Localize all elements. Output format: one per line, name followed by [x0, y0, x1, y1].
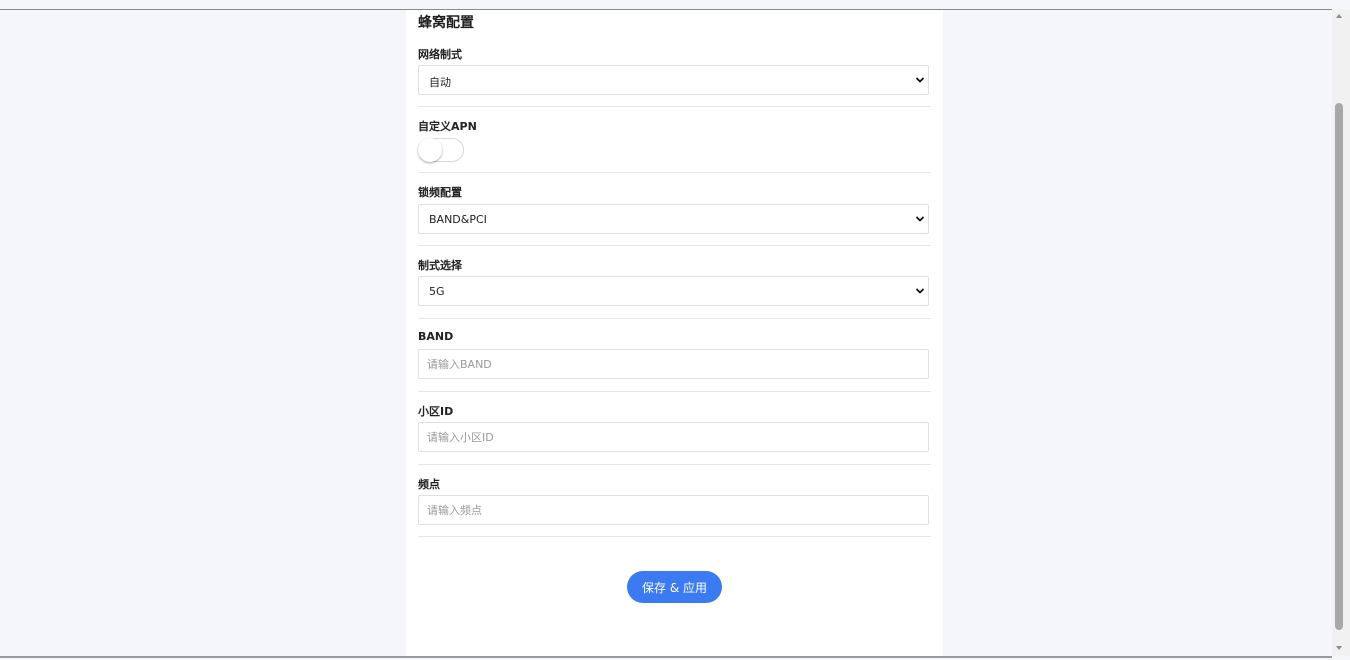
mode-select-label: 制式选择: [418, 259, 462, 272]
network-mode-select[interactable]: 自动: [418, 65, 929, 95]
band-field[interactable]: [418, 349, 929, 379]
divider: [418, 536, 931, 537]
divider: [418, 464, 931, 465]
horizontal-scrollbar[interactable]: [0, 656, 1332, 658]
vertical-scrollbar[interactable]: [1332, 10, 1350, 656]
freq-lock-label: 锁频配置: [418, 186, 462, 199]
cell-id-field[interactable]: [418, 422, 929, 452]
divider: [418, 106, 931, 107]
freq-point-input[interactable]: [427, 504, 907, 517]
chevron-down-icon: [916, 216, 924, 222]
freq-point-field[interactable]: [418, 495, 929, 525]
band-input[interactable]: [427, 358, 907, 371]
cell-id-label: 小区ID: [418, 405, 454, 418]
custom-apn-label: 自定义APN: [418, 120, 477, 133]
freq-lock-select[interactable]: BAND&PCI: [418, 204, 929, 234]
mode-select[interactable]: 5G: [418, 276, 929, 306]
divider: [418, 318, 931, 319]
toggle-knob: [418, 138, 442, 162]
scroll-thumb[interactable]: [1335, 103, 1343, 630]
save-apply-button[interactable]: 保存 & 应用: [627, 571, 722, 603]
network-mode-label: 网络制式: [418, 48, 462, 61]
chevron-down-icon: [916, 77, 924, 83]
cellular-config-panel: 蜂窝配置 网络制式 自动 自定义APN 锁频配置 BAND&PCI 制式选择 5…: [406, 10, 943, 656]
custom-apn-toggle[interactable]: [418, 138, 464, 162]
network-mode-value: 自动: [429, 76, 451, 89]
section-title: 蜂窝配置: [418, 15, 474, 31]
band-label: BAND: [418, 330, 454, 343]
divider: [418, 245, 931, 246]
divider: [418, 172, 931, 173]
freq-point-label: 频点: [418, 478, 440, 491]
divider: [418, 391, 931, 392]
scroll-up-icon[interactable]: [1336, 14, 1342, 18]
scroll-down-icon[interactable]: [1336, 646, 1342, 650]
chevron-down-icon: [916, 288, 924, 294]
mode-select-value: 5G: [429, 285, 445, 298]
freq-lock-value: BAND&PCI: [429, 213, 487, 226]
cell-id-input[interactable]: [427, 431, 907, 444]
